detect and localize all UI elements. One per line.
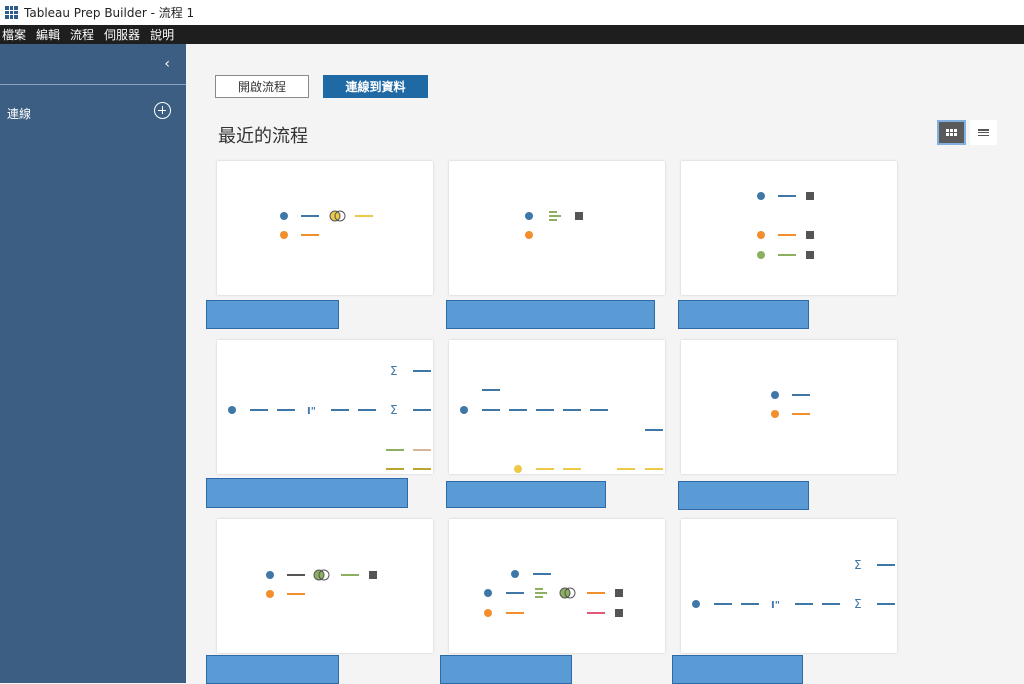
flow-thumbnail [266,569,377,598]
input-node-icon [228,406,236,414]
connect-to-data-button[interactable]: 連線到資料 [323,75,428,98]
add-connection-icon[interactable] [154,102,171,119]
input-node-icon [484,589,492,597]
open-flow-button[interactable]: 開啟流程 [215,75,309,98]
output-node-icon [806,192,814,200]
flow-card-4[interactable]: I" Σ Σ [217,340,433,474]
output-node-icon [806,251,814,259]
input-node-icon [525,231,533,239]
input-node-icon [460,406,468,414]
flow-card-5[interactable] [449,340,665,474]
list-view-icon[interactable] [970,120,997,145]
menu-bar: 檔案 編輯 流程 伺服器 說明 [0,25,1024,44]
flow-name-bar[interactable] [206,300,339,329]
grid-view-icon[interactable] [937,120,966,145]
collapse-pane-icon[interactable]: ‹ [164,56,170,72]
flow-card-3[interactable] [681,161,897,295]
title-bar: Tableau Prep Builder - 流程 1 [0,0,1024,25]
flow-name-bar[interactable] [446,481,606,508]
input-node-icon [692,600,700,608]
flow-card-8[interactable] [449,519,665,653]
input-node-icon [525,212,533,220]
connections-pane: ‹ 連線 [0,44,186,683]
flow-thumbnail [525,211,583,239]
output-node-icon [615,589,623,597]
menu-flow[interactable]: 流程 [68,26,100,43]
output-node-icon [575,212,583,220]
menu-help[interactable]: 說明 [148,26,180,43]
output-node-icon [369,571,377,579]
flow-thumbnail [771,391,810,418]
aggregate-step-icon: Σ [854,597,862,611]
flow-name-bar[interactable] [206,655,339,684]
flow-thumbnail [460,389,663,473]
input-node-icon [280,212,288,220]
menu-server[interactable]: 伺服器 [102,26,146,43]
menu-edit[interactable]: 編輯 [34,26,66,43]
flow-card-1[interactable] [217,161,433,295]
flow-thumbnail: Σ I" Σ [692,558,895,611]
flow-thumbnail [757,192,814,259]
flow-thumbnail [484,570,623,617]
input-node-icon [280,231,288,239]
sidebar-divider [0,84,186,85]
flow-name-bar[interactable] [678,481,809,510]
tableau-logo-icon [5,6,18,19]
flow-name-bar[interactable] [678,300,809,329]
input-node-icon [514,465,522,473]
input-node-icon [757,251,765,259]
flow-card-2[interactable] [449,161,665,295]
pivot-step-icon: I" [307,406,316,417]
input-node-icon [511,570,519,578]
menu-file[interactable]: 檔案 [0,26,32,43]
input-node-icon [266,590,274,598]
aggregate-step-icon: Σ [854,558,862,572]
input-node-icon [771,410,779,418]
aggregate-step-icon [549,211,561,221]
flow-name-bar[interactable] [440,655,572,684]
connections-label: 連線 [7,107,32,121]
recent-flows-title: 最近的流程 [218,126,308,147]
input-node-icon [757,192,765,200]
pivot-step-icon: I" [771,600,780,611]
input-node-icon [484,609,492,617]
flow-thumbnail [280,210,373,239]
flow-thumbnail: I" Σ Σ [228,364,431,470]
flow-name-bar[interactable] [446,300,655,329]
input-node-icon [757,231,765,239]
flow-name-bar[interactable] [672,655,803,684]
window-title: Tableau Prep Builder - 流程 1 [24,6,195,20]
aggregate-step-icon: Σ [390,364,398,378]
flow-card-7[interactable] [217,519,433,653]
input-node-icon [266,571,274,579]
aggregate-step-icon [535,588,547,598]
flow-name-bar[interactable] [206,478,408,508]
output-node-icon [806,231,814,239]
output-node-icon [615,609,623,617]
flow-card-9[interactable]: Σ I" Σ [681,519,897,653]
flow-card-6[interactable] [681,340,897,474]
aggregate-step-icon: Σ [390,403,398,417]
input-node-icon [771,391,779,399]
